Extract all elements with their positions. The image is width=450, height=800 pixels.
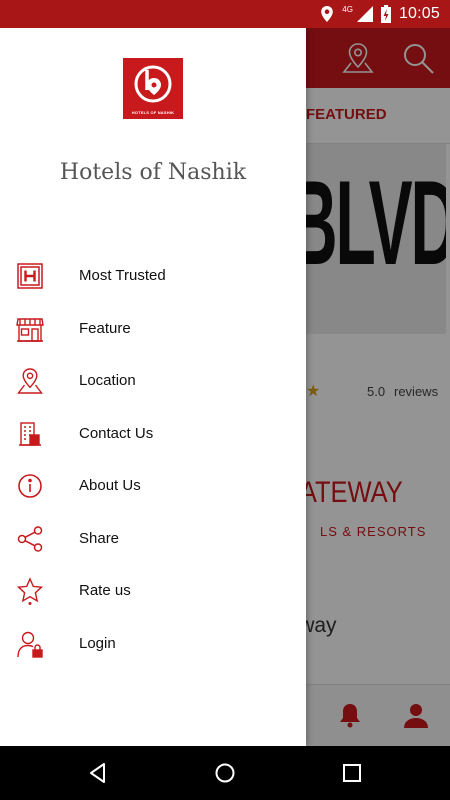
menu-item-label: Login bbox=[79, 634, 116, 652]
menu-item-most-trusted[interactable]: Most Trusted bbox=[0, 250, 306, 303]
drawer-title: Hotels of Nashik bbox=[59, 160, 247, 185]
home-icon[interactable] bbox=[213, 761, 237, 785]
menu-item-label: Most Trusted bbox=[79, 267, 166, 284]
clock: 10:05 bbox=[398, 5, 440, 22]
menu-item-rate-us[interactable]: Rate us bbox=[0, 565, 306, 618]
hotel-h-icon bbox=[16, 262, 44, 290]
system-nav-bar bbox=[0, 746, 450, 800]
building-contact-icon bbox=[16, 420, 44, 448]
menu-item-label: Feature bbox=[79, 319, 131, 337]
info-icon bbox=[16, 472, 44, 500]
user-lock-icon bbox=[16, 630, 44, 658]
back-icon[interactable] bbox=[86, 761, 110, 785]
menu-item-share[interactable]: Share bbox=[0, 513, 306, 566]
menu-item-feature[interactable]: Feature bbox=[0, 303, 306, 356]
map-pin-icon bbox=[16, 367, 44, 395]
app-logo: HOTELS OF NASHIK bbox=[123, 58, 183, 119]
menu-item-location[interactable]: Location bbox=[0, 355, 306, 408]
menu-item-label: Rate us bbox=[79, 582, 131, 599]
menu-item-login[interactable]: Login bbox=[0, 618, 306, 671]
storefront-icon bbox=[16, 315, 44, 343]
star-icon bbox=[16, 577, 44, 606]
signal-icon bbox=[356, 6, 373, 22]
recents-icon[interactable] bbox=[340, 761, 364, 785]
menu-item-about-us[interactable]: About Us bbox=[0, 460, 306, 513]
share-icon bbox=[16, 525, 44, 553]
status-bar: 4G 10:05 bbox=[0, 0, 450, 28]
menu-item-label: About Us bbox=[79, 477, 141, 494]
navigation-drawer: HOTELS OF NASHIK Hotels of Nashik Most T… bbox=[0, 28, 306, 746]
menu-item-label: Share bbox=[79, 529, 120, 547]
menu-item-label: Location bbox=[79, 372, 136, 389]
logo-caption: HOTELS OF NASHIK bbox=[131, 110, 175, 115]
network-type-label: 4G bbox=[342, 4, 353, 14]
menu-item-label: Contact Us bbox=[79, 424, 154, 442]
location-icon bbox=[320, 6, 334, 22]
menu-item-contact-us[interactable]: Contact Us bbox=[0, 408, 306, 461]
drawer-menu: Most Trusted Feature Location Contact Us… bbox=[0, 250, 306, 670]
battery-charging-icon bbox=[380, 5, 391, 23]
